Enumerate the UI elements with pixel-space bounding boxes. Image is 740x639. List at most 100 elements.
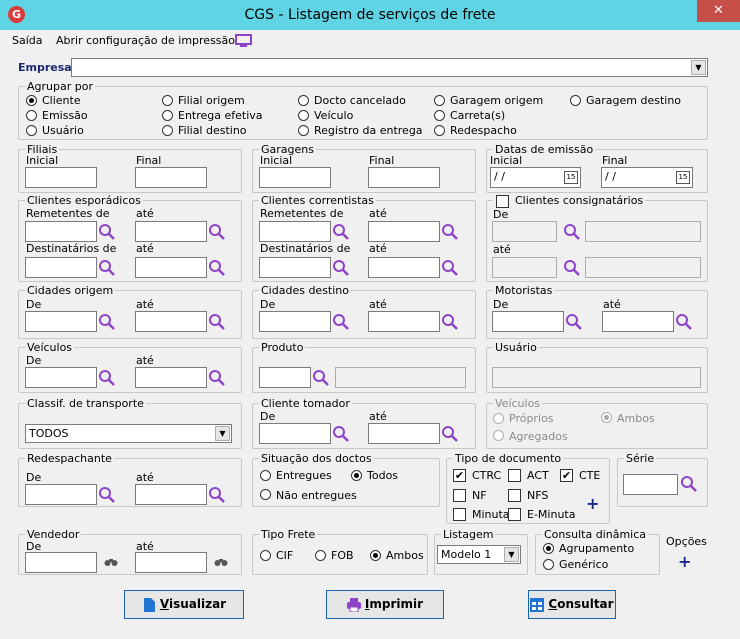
ctrc-checkbox[interactable]: ✔	[453, 469, 466, 482]
clientes-esp-dest-de-input[interactable]	[25, 257, 97, 278]
nao-entregues-radio[interactable]	[260, 489, 271, 500]
magnifier-icon[interactable]	[208, 369, 226, 387]
agrupar-radio-4[interactable]	[162, 110, 173, 121]
cidades-destino-de-input[interactable]	[259, 311, 331, 332]
clientes-consignatarios-checkbox[interactable]	[496, 195, 509, 208]
cidades-origem-de-input[interactable]	[25, 311, 97, 332]
agrupar-radio-10[interactable]	[434, 110, 445, 121]
agrupar-radio-9[interactable]	[434, 95, 445, 106]
vendedor-ate-input[interactable]	[135, 552, 207, 573]
magnifier-icon[interactable]	[441, 425, 459, 443]
magnifier-icon[interactable]	[675, 313, 693, 331]
clientes-corr-rem-ate-input[interactable]	[368, 221, 440, 242]
fob-radio[interactable]	[315, 550, 326, 561]
agrupar-radio-11[interactable]	[434, 125, 445, 136]
clientes-esp-rem-de-input[interactable]	[25, 221, 97, 242]
magnifier-icon[interactable]	[563, 259, 581, 277]
agrupar-radio-0[interactable]	[26, 95, 37, 106]
garagens-final-input[interactable]	[368, 167, 440, 188]
garagens-inicial-input[interactable]	[259, 167, 331, 188]
consig-ate-code[interactable]	[492, 257, 557, 278]
agregados-radio[interactable]	[493, 430, 504, 441]
serie-input[interactable]	[623, 474, 678, 495]
cidades-origem-ate-input[interactable]	[135, 311, 207, 332]
agrupamento-radio[interactable]	[543, 543, 554, 554]
act-checkbox[interactable]	[508, 469, 521, 482]
produto-code-input[interactable]	[259, 367, 311, 388]
consig-de-code[interactable]	[492, 221, 557, 242]
chevron-down-icon[interactable]: ▼	[215, 426, 230, 441]
classif-transporte-select[interactable]: TODOS ▼	[25, 424, 232, 443]
veiculos-de-input[interactable]	[25, 367, 97, 388]
empresa-select[interactable]: ▼	[71, 58, 708, 77]
cif-radio[interactable]	[260, 550, 271, 561]
magnifier-icon[interactable]	[332, 259, 350, 277]
agrupar-radio-2[interactable]	[26, 125, 37, 136]
agrupar-radio-12[interactable]	[570, 95, 581, 106]
minuta-checkbox[interactable]	[453, 508, 466, 521]
generico-radio[interactable]	[543, 559, 554, 570]
magnifier-icon[interactable]	[98, 369, 116, 387]
cidades-destino-ate-input[interactable]	[368, 311, 440, 332]
ambos-radio[interactable]	[601, 412, 612, 423]
ambos-frete-radio[interactable]	[370, 550, 381, 561]
magnifier-icon[interactable]	[208, 259, 226, 277]
magnifier-icon[interactable]	[441, 259, 459, 277]
listagem-select[interactable]: Modelo 1 ▼	[437, 545, 521, 564]
magnifier-icon[interactable]	[98, 486, 116, 504]
magnifier-icon[interactable]	[98, 223, 116, 241]
cte-checkbox[interactable]: ✔	[560, 469, 573, 482]
nf-checkbox[interactable]	[453, 489, 466, 502]
motoristas-de-input[interactable]	[492, 311, 564, 332]
chevron-down-icon[interactable]: ▼	[691, 60, 706, 75]
clientes-esp-rem-ate-input[interactable]	[135, 221, 207, 242]
binoculars-icon[interactable]	[104, 557, 118, 567]
magnifier-icon[interactable]	[565, 313, 583, 331]
veiculos-ate-input[interactable]	[135, 367, 207, 388]
magnifier-icon[interactable]	[98, 313, 116, 331]
agrupar-radio-8[interactable]	[298, 125, 309, 136]
redespachante-ate-input[interactable]	[135, 484, 207, 505]
todos-radio[interactable]	[351, 470, 362, 481]
cliente-tomador-de-input[interactable]	[259, 423, 331, 444]
magnifier-icon[interactable]	[441, 313, 459, 331]
calendar-icon[interactable]: 15	[564, 171, 578, 184]
visualizar-button[interactable]: Visualizar	[124, 590, 244, 619]
motoristas-ate-input[interactable]	[602, 311, 674, 332]
cliente-tomador-ate-input[interactable]	[368, 423, 440, 444]
imprimir-button[interactable]: Imprimir	[326, 590, 444, 619]
agrupar-radio-3[interactable]	[162, 95, 173, 106]
magnifier-icon[interactable]	[208, 313, 226, 331]
filiais-final-input[interactable]	[135, 167, 207, 188]
binoculars-icon[interactable]	[214, 557, 228, 567]
monitor-icon[interactable]	[235, 34, 253, 48]
magnifier-icon[interactable]	[563, 223, 581, 241]
magnifier-icon[interactable]	[312, 369, 330, 387]
agrupar-radio-7[interactable]	[298, 110, 309, 121]
magnifier-icon[interactable]	[208, 486, 226, 504]
consultar-button[interactable]: Consultar	[528, 590, 616, 619]
plus-icon[interactable]: +	[586, 494, 599, 513]
entregues-radio[interactable]	[260, 470, 271, 481]
agrupar-radio-5[interactable]	[162, 125, 173, 136]
vendedor-de-input[interactable]	[25, 552, 97, 573]
agrupar-radio-1[interactable]	[26, 110, 37, 121]
redespachante-de-input[interactable]	[25, 484, 97, 505]
magnifier-icon[interactable]	[332, 313, 350, 331]
clientes-corr-dest-ate-input[interactable]	[368, 257, 440, 278]
close-button[interactable]: ✕	[697, 0, 740, 22]
produto-name-input[interactable]	[335, 367, 466, 388]
proprios-radio[interactable]	[493, 413, 504, 424]
magnifier-icon[interactable]	[441, 223, 459, 241]
magnifier-icon[interactable]	[208, 223, 226, 241]
clientes-corr-dest-de-input[interactable]	[259, 257, 331, 278]
clientes-corr-rem-de-input[interactable]	[259, 221, 331, 242]
usuario-input[interactable]	[492, 367, 701, 388]
clientes-esp-dest-ate-input[interactable]	[135, 257, 207, 278]
menu-abrir-configuracao[interactable]: Abrir configuração de impressão	[56, 34, 235, 47]
eminuta-checkbox[interactable]	[508, 508, 521, 521]
magnifier-icon[interactable]	[680, 475, 698, 493]
magnifier-icon[interactable]	[332, 223, 350, 241]
magnifier-icon[interactable]	[332, 425, 350, 443]
calendar-icon[interactable]: 15	[676, 171, 690, 184]
